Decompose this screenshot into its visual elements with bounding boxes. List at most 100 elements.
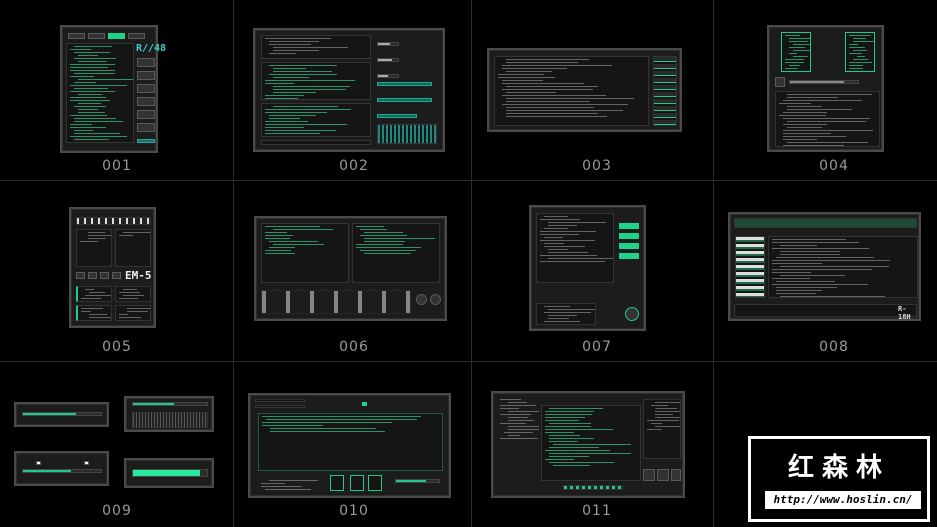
code-line [70,49,92,50]
side-button[interactable] [137,58,155,67]
code-view [494,56,649,126]
code-line [119,317,142,318]
code-line [776,257,874,258]
mode-button[interactable] [100,272,109,279]
thumbnail-001[interactable]: R//48 [60,25,166,153]
code-line [783,145,845,146]
code-line [269,74,338,75]
code-line [506,86,598,87]
code-line [789,38,810,39]
code-line [265,238,290,239]
side-button[interactable] [619,243,639,249]
code-line [506,110,623,111]
code-line [789,65,800,66]
mode-button[interactable] [76,272,85,279]
code-view [352,223,440,283]
bar-graph [132,412,208,428]
file-tree[interactable] [735,236,765,298]
code-line [785,68,798,69]
code-line [776,290,822,291]
thumbnail-009-b[interactable] [124,396,214,432]
progress-fill [23,470,72,472]
side-button[interactable] [137,84,155,93]
code-line [548,318,569,319]
code-line [780,251,841,252]
code-line [74,73,115,74]
code-line [273,77,309,78]
side-button[interactable] [619,223,639,229]
code-line [783,139,818,140]
thumbnail-006[interactable] [254,216,447,321]
dial[interactable] [430,294,441,305]
code-line [70,70,116,71]
side-button[interactable] [137,123,155,132]
code-line [849,35,872,36]
tab-button[interactable] [128,33,145,39]
thumbnail-011[interactable] [491,391,685,498]
code-line [545,459,574,460]
code-line [502,80,544,81]
input-field[interactable] [255,405,305,408]
code-card [845,32,875,72]
counter-box [330,475,344,491]
code-line [78,79,133,80]
progress-fill [133,470,200,476]
tab-button[interactable] [88,33,105,39]
object-info [258,478,318,490]
side-button[interactable] [137,110,155,119]
code-line [508,435,520,436]
thumbnail-003[interactable] [487,48,682,132]
file-list[interactable] [653,56,677,126]
tab-button-active[interactable] [108,33,125,39]
toggle[interactable] [362,402,367,406]
thumbnail-010[interactable] [248,393,451,498]
code-line [655,408,678,409]
playback-controls[interactable] [563,485,623,490]
toolbar[interactable] [734,218,917,228]
code-line [548,252,589,253]
code-line [269,241,319,242]
counter-box [368,475,382,491]
side-button[interactable] [619,233,639,239]
side-button[interactable] [137,71,155,80]
thumbnail-002[interactable] [253,28,445,152]
status-chip [377,114,417,118]
confirm-button[interactable] [137,139,155,143]
input-field[interactable] [255,399,305,402]
toolbar[interactable] [76,217,151,225]
thumbnail-004[interactable] [767,25,884,152]
thumbnail-007[interactable] [529,205,646,331]
code-line [269,247,296,248]
thumbnail-009-a[interactable] [14,402,109,427]
marker-icon [36,461,41,465]
code-line [508,429,539,430]
checkbox-grid[interactable] [261,290,411,314]
thumbnail-label: 009 [102,503,132,519]
code-line [544,237,563,238]
info-pane [115,229,151,267]
command-input[interactable] [261,140,371,145]
code-line [779,115,827,116]
thumbnail-009-d[interactable] [124,458,214,488]
code-line [772,284,868,285]
code-line [540,234,579,235]
code-line [772,248,869,249]
thumbnail-005[interactable]: EM-5 [69,207,156,328]
side-button[interactable] [137,97,155,106]
mode-button[interactable] [88,272,97,279]
code-line [647,420,679,421]
mode-button[interactable] [112,272,121,279]
code-line [262,422,392,423]
code-line [776,293,816,294]
code-line [78,55,98,56]
side-button[interactable] [619,253,639,259]
dial[interactable] [416,294,427,305]
thumbnail-009-c[interactable] [14,451,109,486]
tab-button[interactable] [68,33,85,39]
thumbnail-008[interactable]: R-18H [728,212,921,321]
value-box [643,469,655,481]
code-line [787,121,866,122]
code-line [506,92,557,93]
code-line [647,429,663,430]
